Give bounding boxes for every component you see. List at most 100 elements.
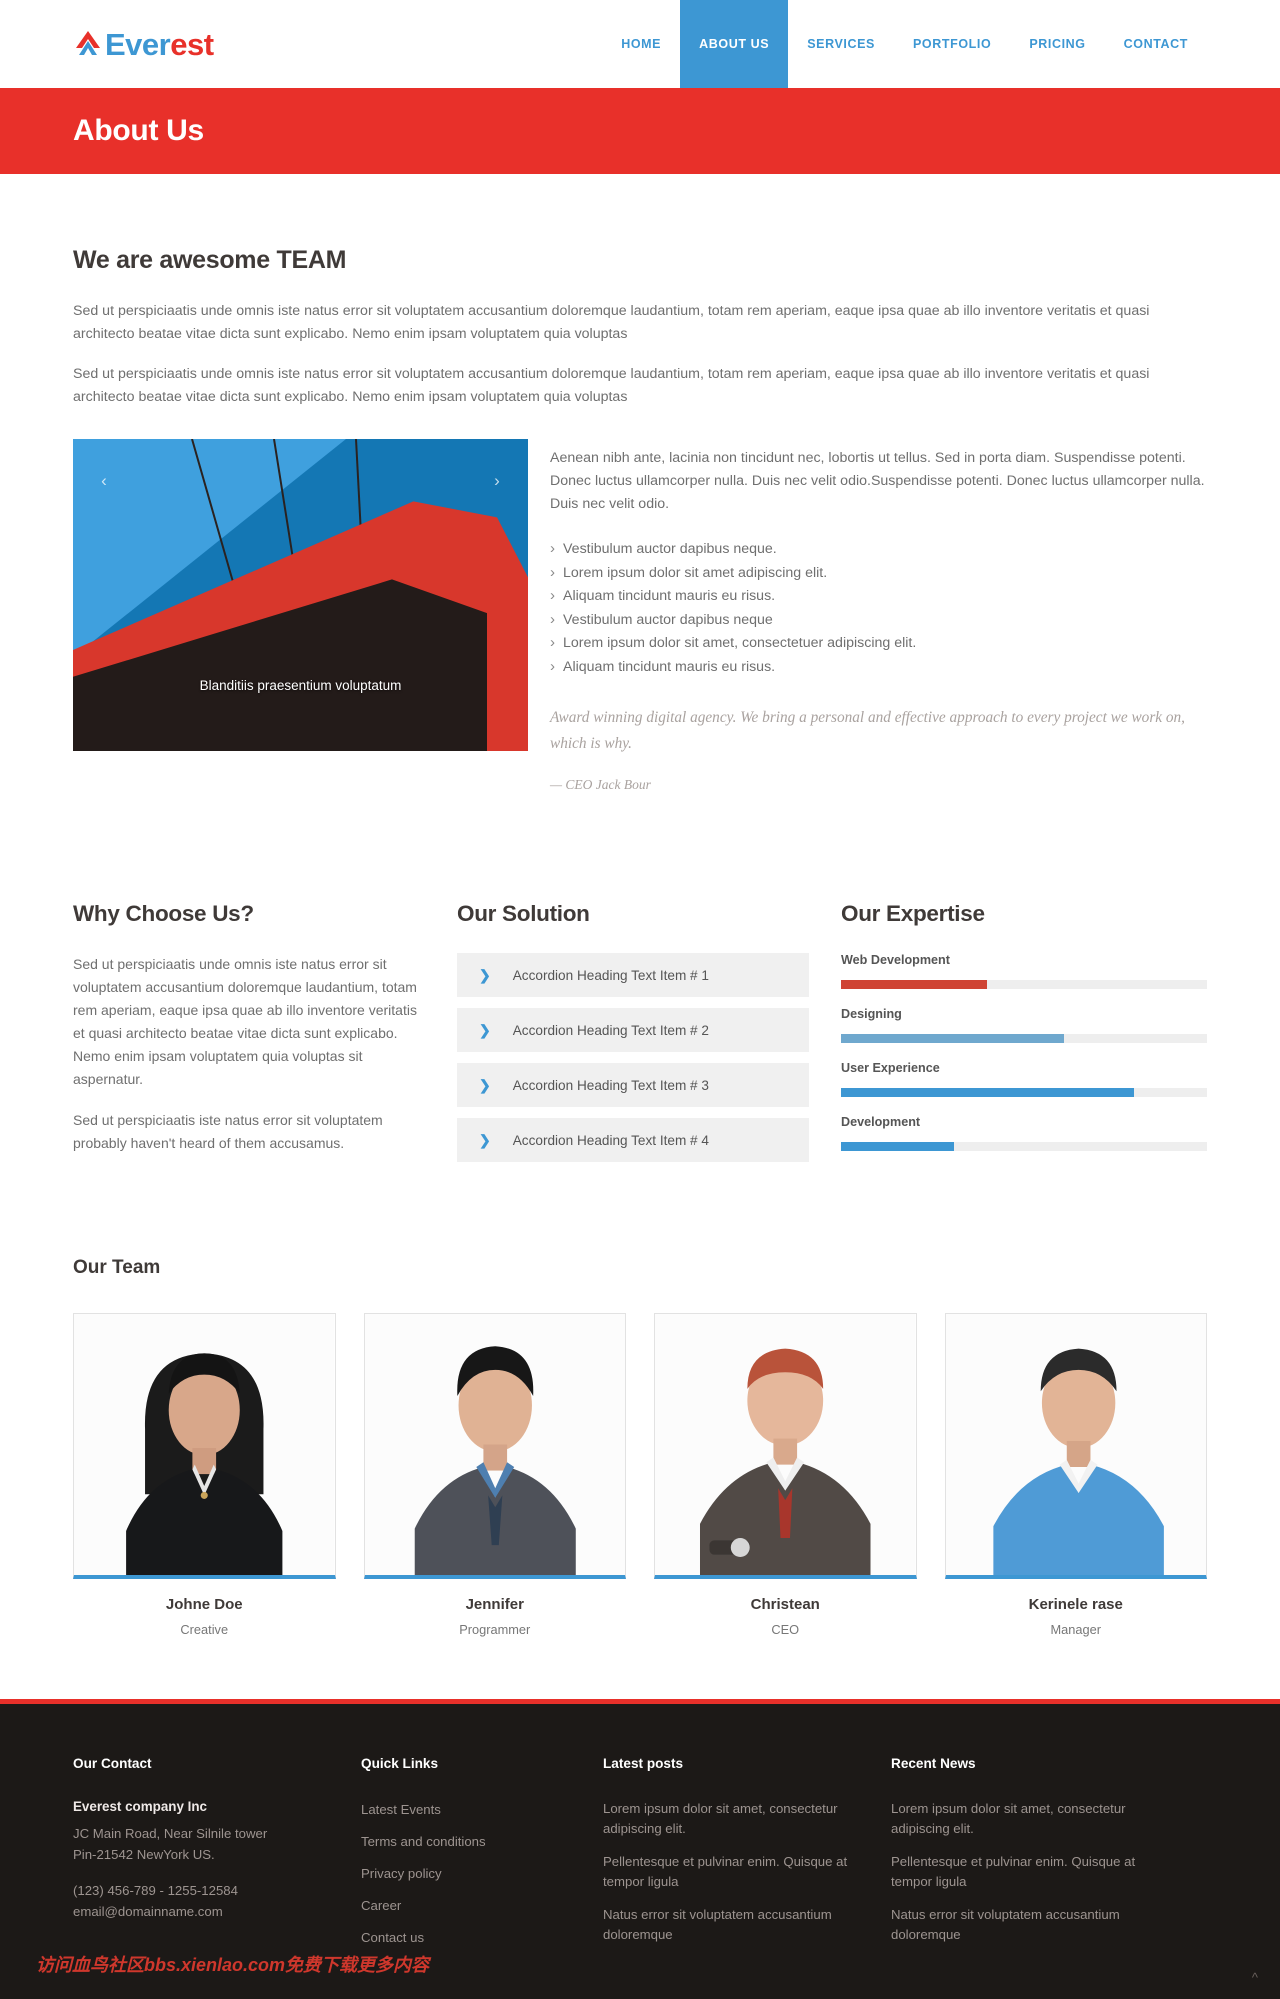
footer-column-title: Quick Links — [361, 1756, 439, 1771]
team-member-name: Johne Doe — [165, 1596, 243, 1613]
skill-user-experience: User Experience — [841, 1061, 1207, 1097]
footer-post-item[interactable]: Natus error sit voluptatem accusantium d… — [603, 1905, 863, 1945]
brand-logo[interactable]: Everest — [73, 0, 214, 88]
progress-track — [841, 980, 1207, 989]
image-carousel[interactable]: ‹ › Blanditiis praesentium voluptatum — [73, 439, 528, 751]
why-choose-us-title: Why Choose Us? — [73, 901, 254, 926]
about-paragraph-2: Sed ut perspiciaatis unde omnis iste nat… — [73, 366, 1150, 405]
progress-track — [841, 1034, 1207, 1043]
accordion-item-label: Accordion Heading Text Item # 4 — [512, 1132, 709, 1148]
chevron-right-icon: ❯ — [479, 1021, 491, 1038]
footer-phone[interactable]: (123) 456-789 - 1255-12584 — [73, 1880, 333, 1901]
team-member-role: Manager — [1050, 1622, 1101, 1637]
team-member-name: Kerinele rase — [1028, 1596, 1123, 1613]
list-item: Vestibulum auctor dapibus neque — [550, 608, 1207, 633]
about-media-row: ‹ › Blanditiis praesentium voluptatum Ae… — [73, 439, 1207, 793]
footer-link-latest-events[interactable]: Latest Events — [361, 1799, 575, 1820]
why-paragraph-2: Sed ut perspiciaatis iste natus error si… — [73, 1112, 383, 1151]
avatar — [654, 1313, 917, 1579]
nav-item-contact[interactable]: CONTACT — [1105, 0, 1207, 88]
list-item: Lorem ipsum dolor sit amet, consectetuer… — [550, 631, 1207, 656]
chevron-right-icon: ❯ — [479, 1076, 491, 1093]
three-column-section: Why Choose Us? Sed ut perspiciaatis unde… — [73, 901, 1207, 1173]
skill-label: Web Development — [841, 953, 950, 967]
carousel-image — [73, 439, 528, 751]
accordion-item-label: Accordion Heading Text Item # 1 — [512, 967, 709, 983]
accordion-item-label: Accordion Heading Text Item # 3 — [512, 1077, 709, 1093]
footer-news-item[interactable]: Lorem ipsum dolor sit amet, consectetur … — [891, 1799, 1179, 1839]
brand-text-part2: est — [170, 26, 214, 62]
media-intro-paragraph: Aenean nibh ante, lacinia non tincidunt … — [550, 450, 1205, 512]
footer-email[interactable]: email@domainname.com — [73, 1901, 333, 1922]
team-card[interactable]: Christean CEO — [654, 1313, 917, 1637]
skill-designing: Designing — [841, 1007, 1207, 1043]
team-member-role: Programmer — [459, 1622, 531, 1637]
watermark-text: 访问血鸟社区bbs.xienlao.com免费下载更多内容 — [36, 1955, 430, 1975]
nav-item-services[interactable]: SERVICES — [788, 0, 894, 88]
footer-link-career[interactable]: Career — [361, 1895, 575, 1916]
about-media-text: Aenean nibh ante, lacinia non tincidunt … — [550, 439, 1207, 793]
footer-link-contact-us[interactable]: Contact us — [361, 1927, 575, 1948]
team-section: Our Team Johne Doe Creative Jennifer Pro… — [73, 1257, 1207, 1637]
team-title: Our Team — [73, 1257, 161, 1278]
list-item: Lorem ipsum dolor sit amet adipiscing el… — [550, 561, 1207, 586]
team-member-role: CEO — [771, 1622, 800, 1637]
nav-item-home[interactable]: HOME — [602, 0, 680, 88]
skill-label: User Experience — [841, 1061, 940, 1075]
why-paragraph-1: Sed ut perspiciaatis unde omnis iste nat… — [73, 956, 417, 1087]
progress-fill — [841, 1034, 1065, 1043]
skill-label: Development — [841, 1115, 921, 1129]
footer-post-item[interactable]: Pellentesque et pulvinar enim. Quisque a… — [603, 1852, 863, 1892]
testimonial-author: — CEO Jack Bour — [550, 777, 651, 792]
progress-fill — [841, 1142, 955, 1151]
list-item: Aliquam tincidunt mauris eu risus. — [550, 584, 1207, 609]
team-member-name: Jennifer — [465, 1596, 524, 1613]
footer-news-item[interactable]: Natus error sit voluptatem accusantium d… — [891, 1905, 1179, 1945]
footer-column-title: Our Contact — [73, 1756, 152, 1771]
our-expertise-title: Our Expertise — [841, 901, 985, 926]
progress-fill — [841, 1088, 1134, 1097]
avatar — [363, 1313, 626, 1579]
footer-column-title: Recent News — [891, 1756, 976, 1771]
nav-item-portfolio[interactable]: PORTFOLIO — [894, 0, 1010, 88]
brand-wordmark: Everest — [105, 29, 214, 60]
chevron-right-icon: ❯ — [479, 966, 491, 983]
footer-link-privacy[interactable]: Privacy policy — [361, 1863, 575, 1884]
team-grid: Johne Doe Creative Jennifer Programmer C… — [73, 1313, 1207, 1637]
skill-development: Development — [841, 1115, 1207, 1151]
about-section: We are awesome TEAM Sed ut perspiciaatis… — [73, 174, 1207, 793]
team-card[interactable]: Jennifer Programmer — [363, 1313, 626, 1637]
progress-track — [841, 1088, 1207, 1097]
why-choose-us-column: Why Choose Us? Sed ut perspiciaatis unde… — [73, 901, 425, 1173]
about-paragraph-1: Sed ut perspiciaatis unde omnis iste nat… — [73, 303, 1150, 342]
footer-news-item[interactable]: Pellentesque et pulvinar enim. Quisque a… — [891, 1852, 1179, 1892]
accordion-item-1[interactable]: ❯ Accordion Heading Text Item # 1 — [457, 953, 809, 997]
team-member-name: Christean — [750, 1596, 820, 1613]
chevron-right-icon[interactable]: › — [484, 461, 510, 501]
accordion-item-4[interactable]: ❯ Accordion Heading Text Item # 4 — [457, 1118, 809, 1162]
nav-item-pricing[interactable]: PRICING — [1010, 0, 1104, 88]
footer-latest-posts-column: Latest posts Lorem ipsum dolor sit amet,… — [603, 1756, 891, 1959]
team-card[interactable]: Johne Doe Creative — [73, 1313, 336, 1637]
our-solution-title: Our Solution — [457, 901, 590, 926]
chevron-up-icon[interactable]: ^ — [1252, 1970, 1258, 1985]
carousel-caption: Blanditiis praesentium voluptatum — [199, 678, 402, 693]
accordion-item-3[interactable]: ❯ Accordion Heading Text Item # 3 — [457, 1063, 809, 1107]
progress-fill — [841, 980, 988, 989]
skill-label: Designing — [841, 1007, 902, 1021]
footer-post-item[interactable]: Lorem ipsum dolor sit amet, consectetur … — [603, 1799, 863, 1839]
team-card[interactable]: Kerinele rase Manager — [944, 1313, 1207, 1637]
list-item: Aliquam tincidunt mauris eu risus. — [550, 655, 1207, 680]
footer-contact-column: Our Contact Everest company Inc JC Main … — [73, 1756, 361, 1959]
testimonial-quote: Award winning digital agency. We bring a… — [550, 709, 1186, 752]
chevron-left-icon[interactable]: ‹ — [91, 461, 117, 501]
chevron-right-icon: ❯ — [479, 1131, 491, 1148]
our-expertise-column: Our Expertise Web Development Designing … — [841, 901, 1207, 1173]
accordion-item-2[interactable]: ❯ Accordion Heading Text Item # 2 — [457, 1008, 809, 1052]
footer-quick-links-column: Quick Links Latest Events Terms and cond… — [361, 1756, 603, 1959]
main-navigation: HOME ABOUT US SERVICES PORTFOLIO PRICING… — [602, 0, 1207, 88]
site-header: Everest HOME ABOUT US SERVICES PORTFOLIO… — [0, 0, 1280, 88]
nav-item-about-us[interactable]: ABOUT US — [680, 0, 789, 88]
footer-link-terms[interactable]: Terms and conditions — [361, 1831, 575, 1852]
accordion-item-label: Accordion Heading Text Item # 2 — [512, 1022, 709, 1038]
